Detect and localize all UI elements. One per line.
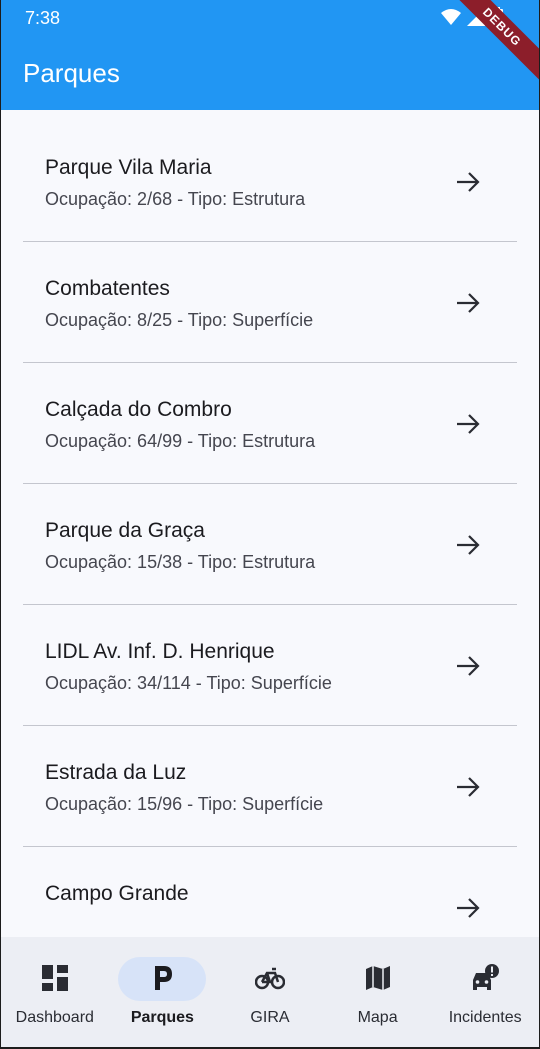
- map-icon: [365, 966, 390, 990]
- park-info: Ocupação: 64/99 - Tipo: Estrutura: [45, 431, 316, 451]
- park-list: Parque Vila Maria Ocupação: 2/68 - Tipo:…: [1, 121, 539, 968]
- park-info: Ocupação: 2/68 - Tipo: Estrutura: [45, 189, 306, 209]
- nav-label: Dashboard: [15, 1009, 94, 1026]
- arrow-right-icon[interactable]: [455, 171, 481, 193]
- park-info: Ocupação: 8/25 - Tipo: Superfície: [45, 310, 314, 330]
- nav-item-incidentes[interactable]: Incidentes: [431, 937, 539, 1047]
- nav-item-dashboard[interactable]: Dashboard: [1, 937, 109, 1047]
- wifi-icon: [441, 9, 461, 25]
- status-time: 7:38: [25, 8, 61, 28]
- park-name: Calçada do Combro: [45, 398, 232, 421]
- arrow-right-icon[interactable]: [455, 534, 481, 556]
- app-bar: 7:38 Parques DEBUG: [1, 0, 539, 110]
- nav-label: Incidentes: [448, 1009, 522, 1026]
- arrow-right-icon[interactable]: [455, 655, 481, 677]
- bike-icon: [254, 967, 285, 990]
- park-info: Ocupação: 15/38 - Tipo: Estrutura: [45, 552, 316, 572]
- arrow-right-icon[interactable]: [455, 413, 481, 435]
- park-list-item[interactable]: Combatentes Ocupação: 8/25 - Tipo: Super…: [23, 242, 517, 363]
- bottom-navigation: Dashboard Parques GIRA Mapa Incidentes: [1, 937, 539, 1047]
- park-name: Parque Vila Maria: [45, 156, 212, 179]
- nav-item-mapa[interactable]: Mapa: [324, 937, 432, 1047]
- park-list-item[interactable]: Parque Vila Maria Ocupação: 2/68 - Tipo:…: [23, 121, 517, 242]
- park-name: Combatentes: [45, 277, 170, 300]
- park-name: Estrada da Luz: [45, 761, 187, 784]
- dashboard-icon: [41, 965, 68, 991]
- page-title: Parques: [23, 58, 120, 88]
- nav-label: Parques: [130, 1009, 194, 1026]
- park-list-item[interactable]: LIDL Av. Inf. D. Henrique Ocupação: 34/1…: [23, 605, 517, 726]
- park-name: Parque da Graça: [45, 519, 205, 542]
- nav-item-gira[interactable]: GIRA: [216, 937, 324, 1047]
- nav-label: Mapa: [357, 1009, 398, 1026]
- park-name: Campo Grande: [45, 882, 189, 905]
- park-list-item[interactable]: Calçada do Combro Ocupação: 64/99 - Tipo…: [23, 363, 517, 484]
- arrow-right-icon[interactable]: [455, 897, 481, 919]
- park-name: LIDL Av. Inf. D. Henrique: [45, 640, 275, 663]
- park-list-item[interactable]: Estrada da Luz Ocupação: 15/96 - Tipo: S…: [23, 726, 517, 847]
- nav-label: GIRA: [250, 1009, 290, 1026]
- nav-item-parques[interactable]: Parques: [109, 937, 217, 1047]
- app-screen: 7:38 Parques DEBUG Parque Vila Maria Ocu…: [1, 0, 539, 1047]
- car-alert-icon: [473, 964, 500, 990]
- park-list-item[interactable]: Parque da Graça Ocupação: 15/38 - Tipo: …: [23, 484, 517, 605]
- arrow-right-icon[interactable]: [455, 776, 481, 798]
- park-info: Ocupação: 15/96 - Tipo: Superfície: [45, 794, 324, 814]
- park-info: Ocupação: 34/114 - Tipo: Superfície: [45, 673, 332, 693]
- arrow-right-icon[interactable]: [455, 292, 481, 314]
- parking-icon: [155, 966, 173, 990]
